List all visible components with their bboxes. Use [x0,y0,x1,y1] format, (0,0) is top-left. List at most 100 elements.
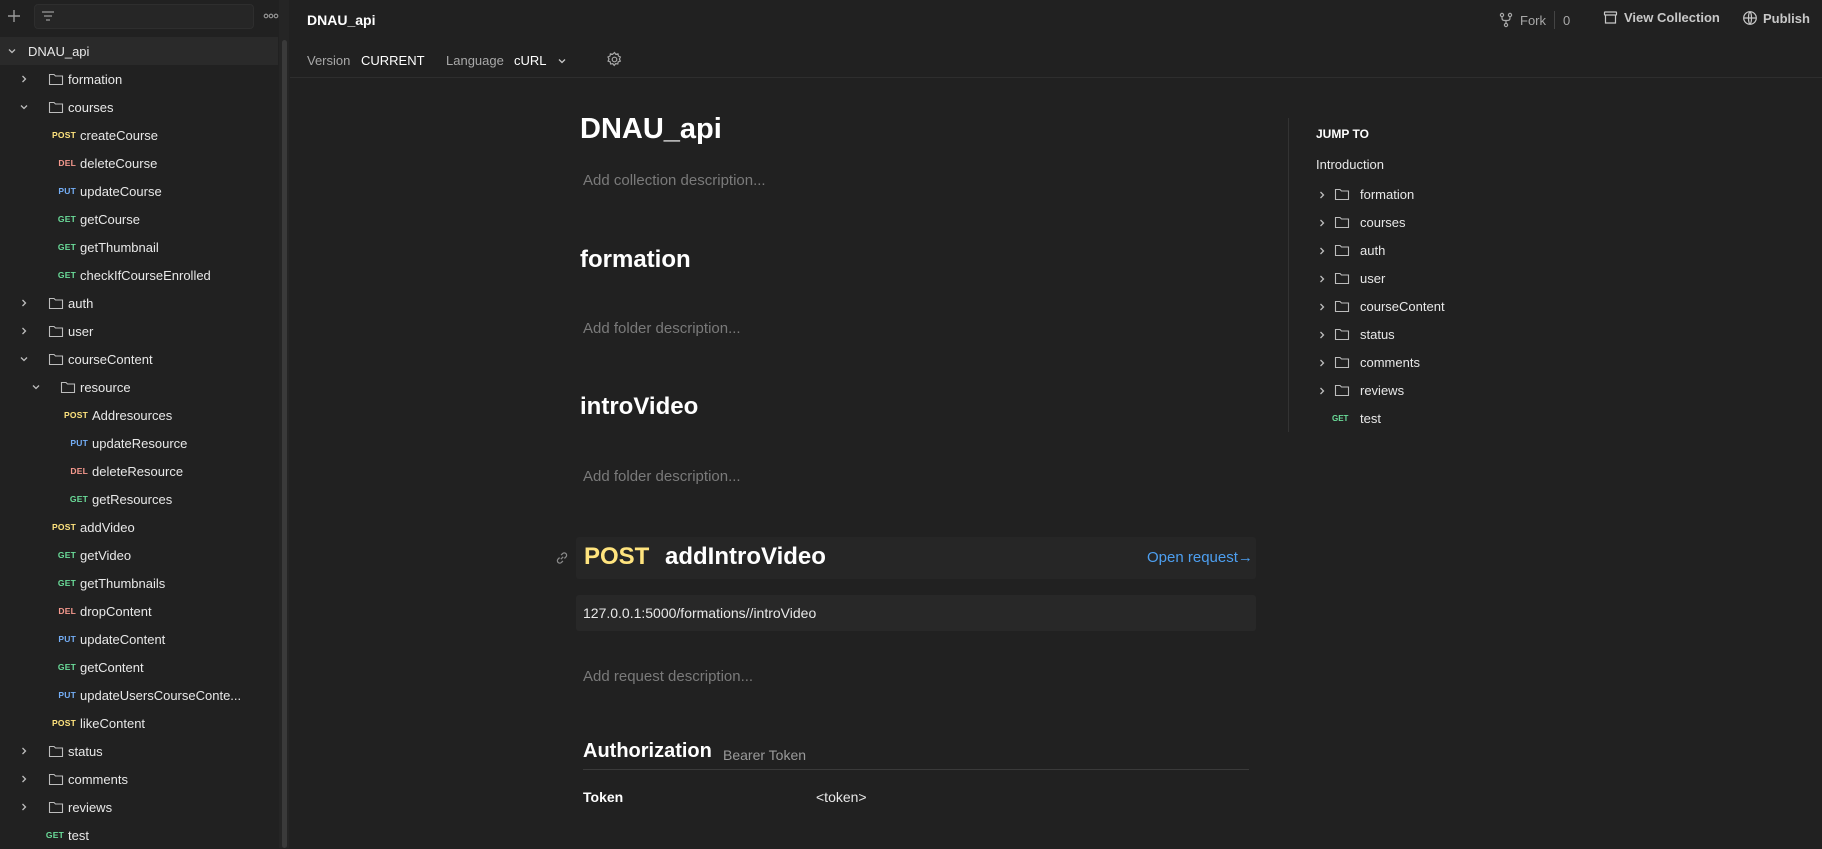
jump-to-item-label: courseContent [1360,299,1445,314]
method-badge: PUT [58,690,76,700]
sidebar-item-label: addVideo [80,520,135,535]
publish-button[interactable]: Publish [1742,10,1810,26]
request-description-placeholder[interactable]: Add request description... [583,668,753,685]
sidebar-collection-item[interactable]: DNAU_api [0,37,278,65]
sidebar: DNAU_api formation courses POST createCourse… [0,0,282,848]
sidebar-toolbar [0,0,282,34]
chevron-right-icon[interactable] [1316,385,1327,396]
sidebar-request-item[interactable]: DEL deleteResource [0,457,278,485]
sidebar-request-item[interactable]: GET getContent [0,653,278,681]
chevron-down-icon[interactable] [18,353,30,365]
sidebar-scrollbar[interactable] [282,40,287,848]
jump-to-title: JUMP TO [1316,127,1369,141]
collection-header: DNAU_api Fork 0 View Collection Publish … [290,0,1822,78]
language-select[interactable]: cURL [514,53,547,68]
fork-divider [1554,11,1555,29]
sidebar-request-item[interactable]: GET getResources [0,485,278,513]
divider [583,769,1249,770]
sidebar-folder-item[interactable]: formation [0,65,278,93]
collection-description-placeholder[interactable]: Add collection description... [583,172,766,189]
sidebar-request-item[interactable]: DEL dropContent [0,597,278,625]
method-badge: GET [1332,414,1349,423]
folder-icon [48,72,64,86]
method-badge: GET [57,550,76,560]
sidebar-folder-item[interactable]: reviews [0,793,278,821]
method-badge: PUT [58,186,76,196]
sidebar-folder-item[interactable]: user [0,317,278,345]
link-icon[interactable] [554,550,570,566]
collection-doc-title: DNAU_api [580,113,722,145]
sidebar-item-label: status [68,744,103,759]
folder-icon [1334,355,1350,369]
fork-button[interactable]: Fork 0 [1498,10,1570,30]
sidebar-request-item[interactable]: POST addVideo [0,513,278,541]
chevron-down-icon[interactable] [6,45,18,57]
sidebar-folder-item[interactable]: status [0,737,278,765]
sidebar-request-item[interactable]: PUT updateResource [0,429,278,457]
jump-to-item-label: courses [1360,215,1406,230]
sidebar-request-item[interactable]: GET test [0,821,278,849]
folder-description-placeholder[interactable]: Add folder description... [583,468,741,485]
sidebar-folder-item[interactable]: courseContent [0,345,278,373]
chevron-right-icon[interactable] [18,73,30,85]
method-badge: GET [57,578,76,588]
chevron-right-icon[interactable] [1316,301,1327,312]
sidebar-request-item[interactable]: PUT updateCourse [0,177,278,205]
chevron-down-icon[interactable] [30,381,42,393]
sidebar-folder-item[interactable]: courses [0,93,278,121]
more-options-icon[interactable] [262,8,280,24]
folder-icon [1334,215,1350,229]
jump-to-introduction[interactable]: Introduction [1316,157,1384,172]
jump-to-item-label: status [1360,327,1395,342]
sidebar-folder-item[interactable]: resource [0,373,278,401]
sidebar-request-item[interactable]: GET getCourse [0,205,278,233]
chevron-right-icon[interactable] [1316,273,1327,284]
chevron-right-icon[interactable] [1316,245,1327,256]
chevron-right-icon[interactable] [18,773,30,785]
jump-to-item-label: auth [1360,243,1386,258]
sidebar-item-label: checkIfCourseEnrolled [80,268,211,283]
sidebar-folder-item[interactable]: comments [0,765,278,793]
chevron-right-icon[interactable] [1316,329,1327,340]
folder-icon [1334,187,1350,201]
sidebar-request-item[interactable]: POST likeContent [0,709,278,737]
gear-icon[interactable] [606,51,623,68]
sidebar-request-item[interactable]: PUT updateContent [0,625,278,653]
chevron-right-icon[interactable] [1316,189,1327,200]
chevron-right-icon[interactable] [1316,217,1327,228]
method-badge: DEL [70,466,88,476]
chevron-right-icon[interactable] [1316,357,1327,368]
sidebar-request-item[interactable]: GET getThumbnail [0,233,278,261]
jump-to-item-label: user [1360,271,1386,286]
sidebar-request-item[interactable]: POST createCourse [0,121,278,149]
publish-label: Publish [1763,10,1810,26]
chevron-down-icon[interactable] [18,101,30,113]
sidebar-item-label: auth [68,296,94,311]
folder-description-placeholder[interactable]: Add folder description... [583,320,741,337]
sidebar-item-label: resource [80,380,131,395]
sidebar-request-item[interactable]: GET getVideo [0,541,278,569]
sidebar-request-item[interactable]: PUT updateUsersCourseConte... [0,681,278,709]
version-select[interactable]: CURRENT [361,53,425,68]
chevron-right-icon[interactable] [18,745,30,757]
folder-heading-formation: formation [580,246,691,273]
add-icon[interactable] [4,6,24,26]
sidebar-request-item[interactable]: GET getThumbnails [0,569,278,597]
sidebar-item-label: getCourse [80,212,140,227]
filter-input[interactable] [34,4,254,29]
chevron-right-icon[interactable] [18,325,30,337]
sidebar-request-item[interactable]: POST Addresources [0,401,278,429]
folder-icon [60,380,76,394]
view-collection-button[interactable]: View Collection [1603,10,1720,25]
sidebar-item-label: getVideo [80,548,132,563]
chevron-down-icon[interactable] [556,55,568,67]
sidebar-request-item[interactable]: DEL deleteCourse [0,149,278,177]
language-label: Language [446,53,504,68]
chevron-right-icon[interactable] [18,297,30,309]
sidebar-folder-item[interactable]: auth [0,289,278,317]
open-request-link[interactable]: Open request→ [1147,549,1253,566]
chevron-right-icon[interactable] [18,801,30,813]
sidebar-request-item[interactable]: GET checkIfCourseEnrolled [0,261,278,289]
folder-icon [1334,299,1350,313]
sidebar-item-label: deleteResource [92,464,184,479]
